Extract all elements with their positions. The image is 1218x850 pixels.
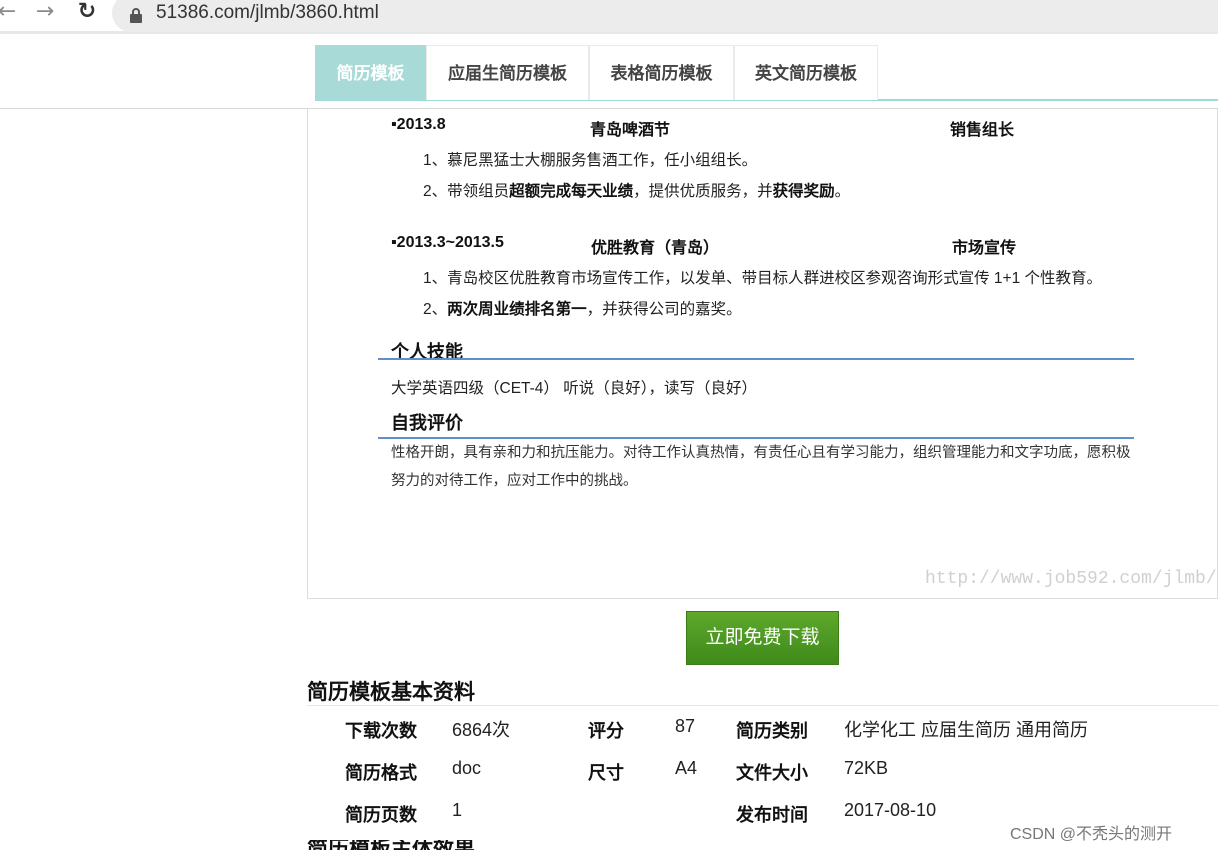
self-evaluation-heading: 自我评价	[391, 413, 463, 433]
filesize-label: 文件大小	[736, 763, 808, 783]
downloads-label: 下载次数	[345, 721, 417, 741]
reload-icon[interactable]: ↻	[74, 0, 100, 26]
tab-resume-templates[interactable]: 简历模板	[315, 45, 426, 100]
self-evaluation-text: 性格开朗，具有亲和力和抗压能力。对待工作认真热情，有责任心且有学习能力，组织管理…	[391, 445, 1131, 489]
job-date: ▪2013.8	[391, 116, 446, 133]
tab-english-templates[interactable]: 英文简历模板	[734, 45, 878, 100]
csdn-watermark: CSDN @不秃头的测开	[1010, 826, 1173, 843]
job-role: 销售组长	[950, 122, 1015, 139]
size-value: A4	[675, 758, 698, 778]
category-label: 简历类别	[736, 721, 808, 741]
resume-preview: ▪2013.8 青岛啤酒节 销售组长 1、慕尼黑猛士大棚服务售酒工作，任小组组长…	[307, 109, 1218, 599]
free-download-button[interactable]: 立即免费下载	[686, 611, 839, 665]
publish-date-label: 发布时间	[736, 805, 808, 825]
tab-graduate-templates[interactable]: 应届生简历模板	[426, 45, 589, 100]
job-detail-line: 1、慕尼黑猛士大棚服务售酒工作，任小组组长。	[423, 152, 758, 169]
url-text[interactable]: 51386.com/jlmb/3860.html	[156, 2, 379, 24]
job-company: 青岛啤酒节	[590, 122, 671, 139]
filesize-value: 72KB	[844, 758, 889, 778]
forward-arrow-icon[interactable]: →	[32, 0, 58, 26]
downloads-value: 6864次	[452, 720, 511, 740]
back-arrow-icon[interactable]: ←	[0, 0, 20, 26]
skills-text: 大学英语四级（CET-4） 听说（良好），读写（良好）	[391, 380, 757, 397]
job-detail-line: 1、青岛校区优胜教育市场宣传工作，以发单、带目标人群进校区参观咨询形式宣传 1+…	[423, 270, 1103, 287]
browser-toolbar: ← → ↻ 51386.com/jlmb/3860.html	[0, 0, 1218, 34]
format-value: doc	[452, 758, 482, 778]
job-detail-line: 2、带领组员超额完成每天业绩，提供优质服务，并获得奖励。	[423, 183, 851, 200]
info-divider	[307, 705, 1218, 706]
category-value: 化学化工 应届生简历 通用简历	[844, 720, 1089, 740]
section-divider	[378, 358, 1134, 360]
info-section-title: 简历模板基本资料	[307, 681, 475, 704]
size-label: 尺寸	[588, 763, 624, 783]
pages-label: 简历页数	[345, 805, 417, 825]
rating-label: 评分	[588, 721, 624, 741]
rating-value: 87	[675, 716, 696, 736]
next-section-title: 简历模板主体效果	[307, 840, 475, 850]
address-bar[interactable]: 51386.com/jlmb/3860.html	[112, 0, 1218, 32]
format-label: 简历格式	[345, 763, 417, 783]
pages-value: 1	[452, 800, 463, 820]
job-role: 市场宣传	[952, 240, 1017, 257]
watermark-url: http://www.job592.com/jlmb/	[925, 569, 1217, 589]
job-date: ▪2013.3~2013.5	[391, 234, 504, 251]
skills-heading: 个人技能	[391, 342, 463, 362]
job-detail-line: 2、两次周业绩排名第一，并获得公司的嘉奖。	[423, 301, 742, 318]
job-company: 优胜教育（青岛）	[591, 240, 720, 257]
tab-table-templates[interactable]: 表格简历模板	[589, 45, 734, 100]
lock-icon[interactable]	[130, 8, 142, 23]
publish-date-value: 2017-08-10	[844, 800, 937, 820]
